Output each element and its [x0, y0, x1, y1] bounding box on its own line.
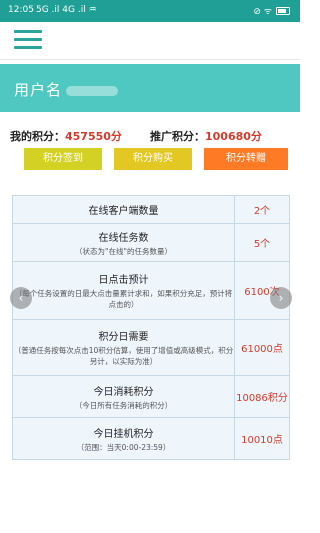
user-banner: 用户名 [0, 64, 300, 112]
promo-points-label: 推广积分： [150, 130, 205, 143]
my-points: 我的积分：457550分 [10, 128, 122, 144]
status-icons: ⊘ ᯤ [253, 7, 272, 17]
signal-indicators: 5G .il 4G .il ♒ [36, 5, 97, 15]
row-title: 日点击预计 [98, 275, 149, 286]
username-redacted [66, 85, 119, 96]
row-value: 61000点 [234, 319, 290, 376]
my-points-label: 我的积分： [10, 130, 65, 143]
table-row: 今日消耗积分 （今日所有任务消耗的积分） 10086积分 [12, 375, 290, 418]
status-time: 12:05 [8, 5, 34, 15]
row-value: 2个 [234, 195, 290, 224]
row-subtitle: （今日所有任务消耗的积分） [74, 400, 173, 410]
stats-table: 在线客户端数量 2个 在线任务数 （状态为"在线"的任务数量） 5个 日点击预计… [12, 195, 290, 460]
user-label: 用户名 [14, 81, 63, 99]
table-row: 今日挂机积分 （范围：当天0:00-23:59） 10010点 [12, 417, 290, 460]
hamburger-menu-icon[interactable] [14, 30, 42, 50]
my-points-value: 457550分 [65, 130, 122, 143]
transfer-points-button[interactable]: 积分转赠 [204, 148, 288, 170]
promo-points: 推广积分：100680分 [150, 128, 262, 144]
table-row: 积分日需要 （普通任务按每次点击10积分估算，使用了增值或高级模式，积分另计，以… [12, 319, 290, 376]
table-row: 在线客户端数量 2个 [12, 195, 290, 224]
row-title: 积分日需要 [98, 332, 149, 343]
status-bar: 12:05 5G .il 4G .il ♒ ⊘ ᯤ [0, 0, 300, 22]
promo-points-value: 100680分 [205, 130, 262, 143]
next-arrow-icon[interactable]: › [270, 287, 292, 309]
app-header [0, 22, 300, 60]
row-title: 在线客户端数量 [88, 206, 159, 217]
row-subtitle: （每个任务设置的日最大点击量累计求和，如果积分充足，预计将点击的） [14, 289, 233, 309]
row-subtitle: （范围：当天0:00-23:59） [76, 442, 171, 452]
battery-icon [276, 6, 290, 15]
row-subtitle: （普通任务按每次点击10积分估算，使用了增值或高级模式，积分另计，以实际为准） [13, 346, 234, 366]
row-value: 5个 [234, 223, 290, 262]
row-value: 10010点 [234, 417, 290, 460]
row-value: 10086积分 [234, 375, 290, 418]
buy-points-button[interactable]: 积分购买 [114, 148, 192, 170]
row-title: 今日挂机积分 [93, 428, 154, 440]
prev-arrow-icon[interactable]: ‹ [10, 287, 32, 309]
row-title: 今日消耗积分 [93, 386, 154, 398]
row-subtitle: （状态为"在线"的任务数量） [75, 246, 172, 256]
table-row: 日点击预计 （每个任务设置的日最大点击量累计求和，如果积分充足，预计将点击的） … [12, 261, 290, 320]
status-right-icons: ⊘ ᯤ [253, 4, 290, 17]
table-row: 在线任务数 （状态为"在线"的任务数量） 5个 [12, 223, 290, 262]
row-title: 在线任务数 [98, 232, 149, 244]
user-name: 用户名 [14, 79, 119, 100]
sign-in-points-button[interactable]: 积分签到 [24, 148, 102, 170]
